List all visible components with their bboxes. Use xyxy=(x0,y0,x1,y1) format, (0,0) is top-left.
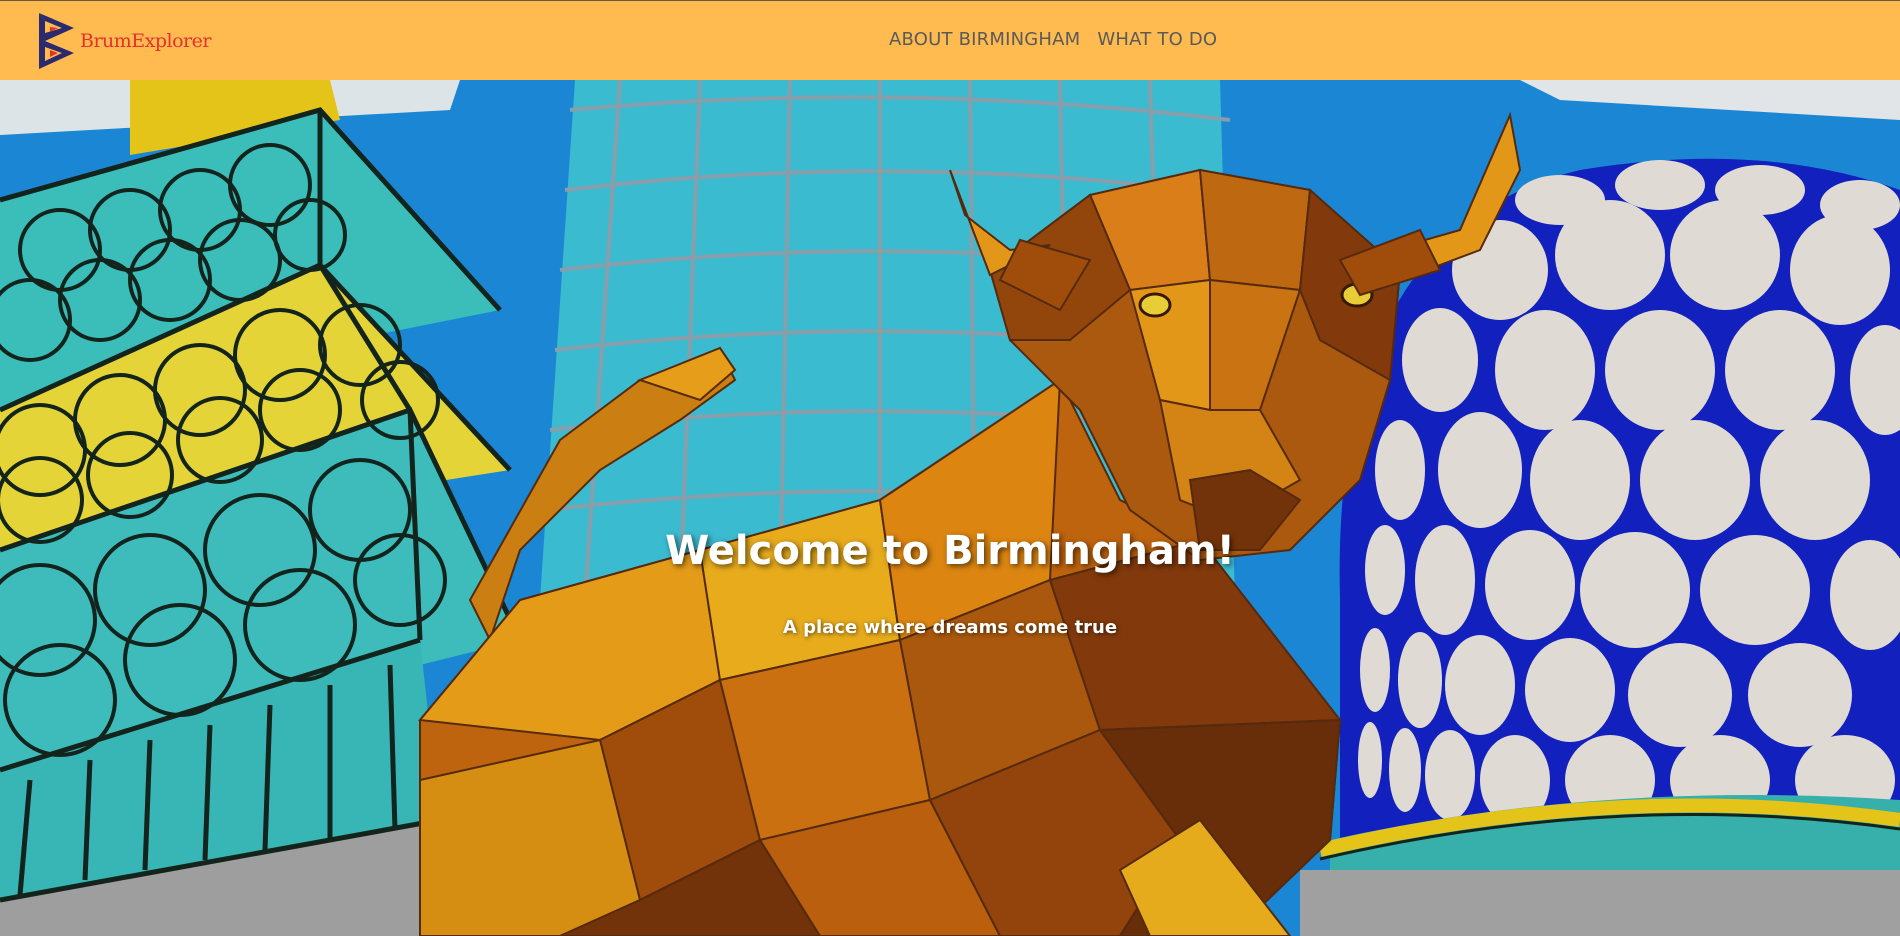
brand-link[interactable]: BrumExplorer xyxy=(36,11,211,71)
navbar: BrumExplorer ABOUT BIRMINGHAM WHAT TO DO xyxy=(0,0,1900,80)
nav-link-about-birmingham[interactable]: ABOUT BIRMINGHAM xyxy=(889,29,1080,50)
hero-section: Welcome to Birmingham! A place where dre… xyxy=(0,80,1900,936)
hero-subtitle: A place where dreams come true xyxy=(782,617,1118,638)
letter-b-triangle-logo-icon xyxy=(39,13,74,69)
brand-name: BrumExplorer xyxy=(80,30,211,52)
main-nav: ABOUT BIRMINGHAM WHAT TO DO xyxy=(889,29,1217,50)
page: BrumExplorer ABOUT BIRMINGHAM WHAT TO DO xyxy=(0,0,1900,936)
hero-title: Welcome to Birmingham! xyxy=(665,528,1235,574)
nav-link-what-to-do[interactable]: WHAT TO DO xyxy=(1097,29,1217,50)
geometric-bull-mural-image xyxy=(0,80,1900,936)
